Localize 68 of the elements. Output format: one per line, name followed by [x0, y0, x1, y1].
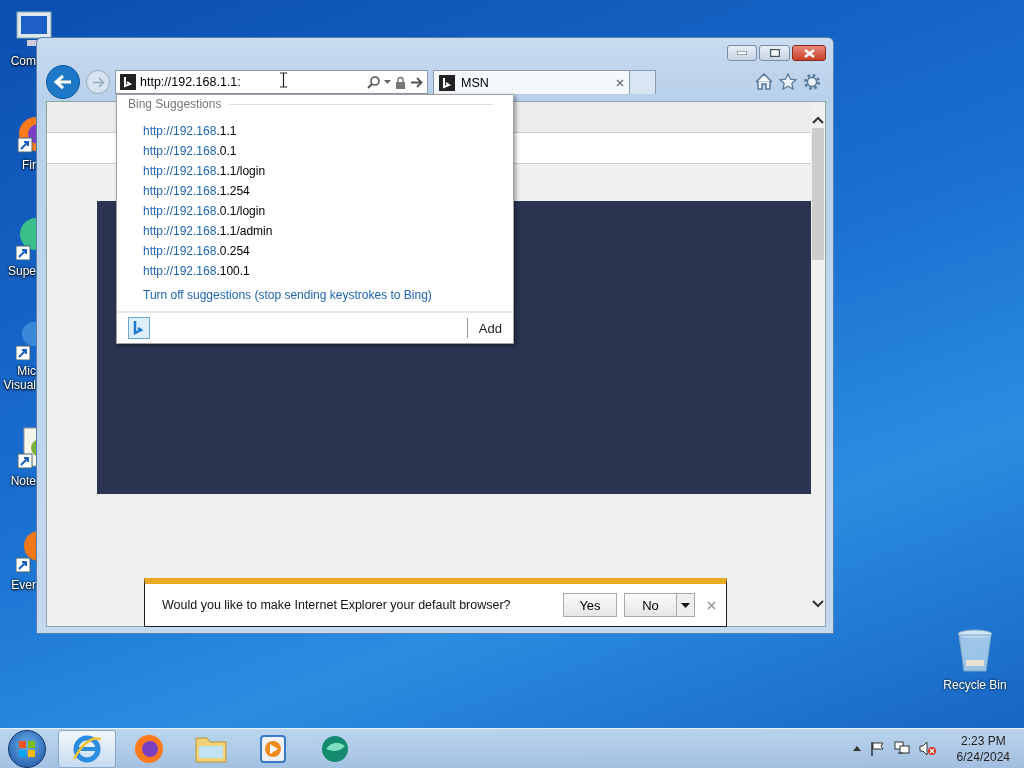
turn-off-suggestions-link[interactable]: Turn off suggestions (stop sending keystrokes to Bing) [117, 281, 432, 302]
suggestion-item[interactable]: http://192.168.1.254 [143, 181, 250, 201]
icon-label: Ever [11, 578, 36, 592]
browser-tab[interactable]: MSN [433, 70, 630, 94]
suggestions-heading: Bing Suggestions [128, 97, 222, 111]
new-tab-button[interactable] [630, 70, 656, 94]
clock-date: 6/24/2024 [956, 748, 1010, 765]
suggestion-item[interactable]: http://192.168.0.1 [143, 141, 237, 161]
icon-label: Com [10, 54, 36, 68]
windows-logo-icon [18, 739, 36, 758]
search-icon[interactable] [367, 75, 380, 89]
suggestion-item[interactable]: http://192.168.1.1 [143, 121, 237, 141]
b-logo-icon [120, 74, 136, 90]
tab-title: MSN [461, 75, 489, 90]
star-icon[interactable] [779, 73, 797, 90]
text-cursor-icon [280, 72, 287, 88]
start-button[interactable] [8, 729, 46, 768]
close-button[interactable] [792, 45, 826, 61]
icon-label: Fir [22, 158, 36, 172]
yes-button[interactable]: Yes [563, 593, 617, 617]
ball-shortcut-icon [16, 322, 36, 360]
go-arrow-icon[interactable] [410, 76, 423, 88]
back-button[interactable] [46, 65, 80, 99]
flag-icon[interactable] [869, 741, 885, 756]
play-icon [259, 733, 287, 764]
lock-icon [395, 75, 406, 89]
maximize-icon [769, 49, 780, 57]
taskbar-button[interactable] [58, 729, 116, 768]
clock[interactable]: 2:23 PM 6/24/2024 [956, 732, 1010, 765]
suggestion-item[interactable]: http://192.168.0.254 [143, 241, 250, 261]
suggestion-item[interactable]: http://192.168.100.1 [143, 261, 250, 281]
suggestion-item[interactable]: http://192.168.1.1/login [143, 161, 266, 181]
scroll-up-icon[interactable] [812, 116, 824, 124]
close-icon[interactable] [616, 78, 624, 87]
minimize-button[interactable] [727, 45, 757, 61]
close-icon [803, 48, 815, 58]
icon-label: Visual [3, 378, 36, 392]
caret-icon[interactable] [384, 80, 391, 84]
dropdown-button[interactable] [676, 593, 695, 617]
close-icon[interactable] [707, 600, 716, 610]
suggestion-item[interactable]: http://192.168.0.1/login [143, 201, 266, 221]
chevron-up-icon[interactable] [852, 746, 861, 751]
scroll-down-icon[interactable] [812, 600, 824, 608]
caret-icon [681, 602, 690, 608]
clock-time: 2:23 PM [960, 732, 1006, 749]
muted-speaker-icon[interactable] [918, 741, 936, 756]
minimize-icon [737, 51, 747, 55]
maximize-button[interactable] [759, 45, 790, 61]
b-logo-icon[interactable] [128, 317, 150, 339]
icon-label: Supe [7, 264, 36, 278]
icon-label: Mic [17, 364, 36, 378]
address-bar[interactable]: http://192.168.1.1: [115, 70, 428, 94]
notification-message: Would you like to make Internet Explorer your default browser? [162, 598, 511, 612]
b-logo-icon [439, 74, 455, 91]
scroll-thumb[interactable] [812, 128, 824, 260]
icon-label: Note [10, 474, 36, 488]
home-icon[interactable] [755, 73, 773, 90]
icon-label: Recycle Bin [943, 678, 1007, 692]
settings-icon[interactable] [803, 73, 821, 91]
arrow-left-icon [54, 74, 72, 90]
add-button[interactable]: Add [478, 320, 502, 336]
address-field[interactable]: http://192.168.1.1: [140, 75, 363, 89]
globe-shortcut-icon [16, 218, 36, 260]
no-button[interactable]: No [624, 593, 676, 617]
network-icon[interactable] [893, 741, 910, 756]
arrow-right-icon [91, 76, 105, 88]
trash-bin-icon [955, 628, 995, 674]
suggestion-item[interactable]: http://192.168.1.1/admin [143, 221, 273, 241]
